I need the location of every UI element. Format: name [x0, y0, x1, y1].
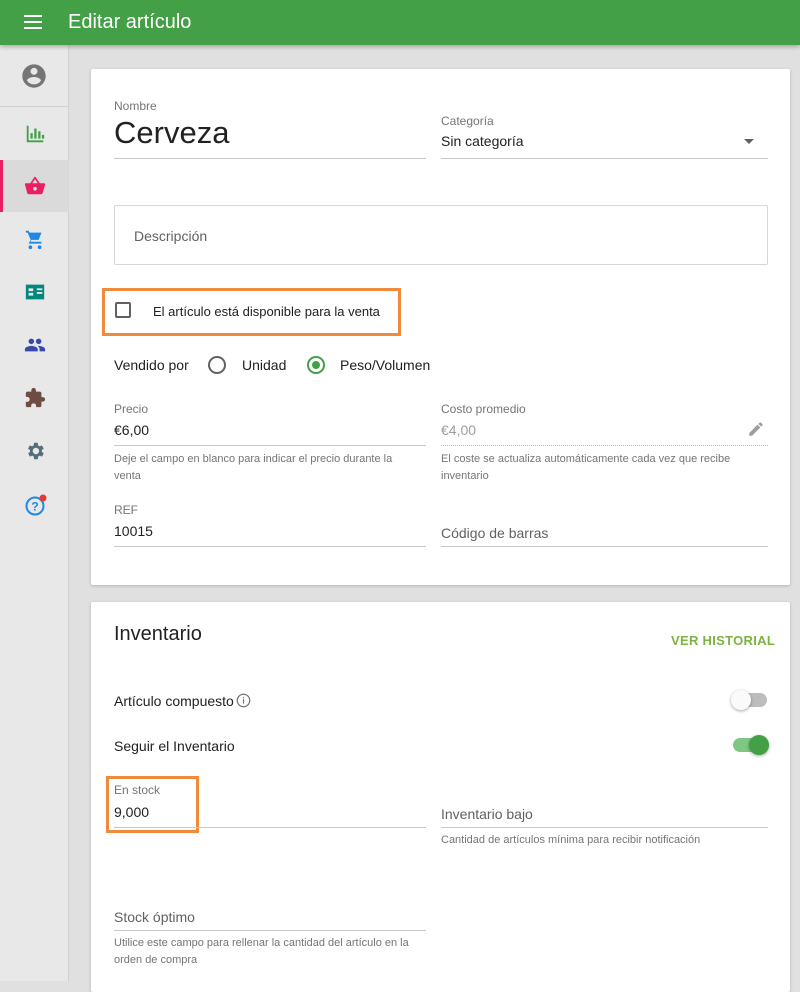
svg-text:?: ? — [31, 500, 38, 514]
composite-toggle[interactable] — [731, 690, 767, 710]
cost-helper: El coste se actualiza automáticamente ca… — [441, 453, 731, 482]
price-input[interactable]: €6,00 — [114, 422, 149, 438]
in-stock-underline — [114, 827, 426, 828]
app-bar: Editar artículo — [0, 0, 800, 45]
view-history-button[interactable]: VER HISTORIAL — [671, 633, 775, 648]
barcode-underline — [441, 546, 768, 547]
sidebar-item-reports[interactable] — [0, 108, 69, 160]
sidebar-item-settings[interactable] — [0, 425, 69, 477]
low-stock-input[interactable]: Inventario bajo — [441, 806, 533, 822]
description-field[interactable]: Descripción — [114, 205, 768, 265]
sold-by-label: Vendido por — [114, 357, 189, 373]
track-inventory-toggle[interactable] — [733, 735, 769, 755]
cost-value: €4,00 — [441, 422, 477, 438]
sidebar: ? — [0, 45, 69, 981]
low-stock-helper: Cantidad de artículos mínima para recibi… — [441, 834, 701, 846]
sidebar-item-integrations[interactable] — [0, 372, 69, 424]
name-underline — [114, 158, 426, 159]
track-inventory-label: Seguir el Inventario — [114, 738, 235, 754]
cost-label: Costo promedio — [441, 402, 526, 416]
sidebar-item-items[interactable] — [0, 160, 69, 212]
page-title: Editar artículo — [68, 11, 192, 33]
basket-icon — [24, 176, 46, 195]
sidebar-item-employees[interactable] — [0, 266, 69, 318]
sidebar-account[interactable] — [0, 45, 69, 107]
people-icon — [24, 338, 46, 352]
available-checkbox[interactable] — [115, 302, 131, 318]
account-circle-icon — [22, 64, 46, 88]
optimal-stock-helper: Utilice este campo para rellenar la cant… — [114, 937, 409, 966]
description-placeholder: Descripción — [134, 228, 208, 244]
item-details-card: Nombre Cerveza Categoría Sin categoría D… — [91, 69, 790, 585]
optimal-stock-underline — [114, 930, 426, 931]
ref-input[interactable]: 10015 — [114, 523, 153, 539]
price-label: Precio — [114, 402, 149, 416]
optimal-stock-input[interactable]: Stock óptimo — [114, 909, 195, 925]
info-icon[interactable] — [236, 693, 251, 708]
inventory-title: Inventario — [114, 623, 202, 645]
radio-weight-label: Peso/Volumen — [340, 357, 431, 373]
name-label: Nombre — [114, 99, 157, 113]
cost-underline — [441, 445, 768, 446]
ref-underline — [114, 546, 426, 547]
category-label: Categoría — [441, 114, 494, 128]
radio-unit-label: Unidad — [242, 357, 287, 373]
menu-icon[interactable] — [24, 15, 42, 29]
sidebar-item-help[interactable]: ? — [0, 478, 69, 530]
chevron-down-icon[interactable] — [744, 139, 754, 144]
price-underline — [114, 445, 426, 446]
gear-icon — [28, 442, 44, 460]
bar-chart-icon — [26, 125, 45, 143]
price-helper: Deje el campo en blanco para indicar el … — [114, 453, 393, 482]
pencil-icon[interactable] — [747, 420, 765, 438]
in-stock-input[interactable]: 9,000 — [114, 804, 149, 820]
in-stock-label: En stock — [114, 783, 161, 797]
radio-weight[interactable] — [307, 356, 325, 374]
composite-label: Artículo compuesto — [114, 693, 234, 709]
puzzle-icon — [25, 387, 46, 408]
category-select[interactable]: Sin categoría — [441, 133, 524, 149]
category-underline — [441, 158, 768, 159]
barcode-input[interactable]: Código de barras — [441, 525, 548, 541]
radio-unit[interactable] — [208, 356, 226, 374]
sidebar-item-customers[interactable] — [0, 319, 69, 371]
help-icon: ? — [25, 494, 47, 516]
id-card-icon — [25, 284, 45, 300]
available-label: El artículo está disponible para la vent… — [153, 304, 380, 319]
name-input[interactable]: Cerveza — [114, 115, 229, 151]
ref-label: REF — [114, 503, 138, 517]
sidebar-item-inventory[interactable] — [0, 213, 69, 265]
inventory-card: Inventario VER HISTORIAL Artículo compue… — [91, 602, 790, 992]
low-stock-underline — [441, 827, 768, 828]
cart-icon — [25, 230, 42, 250]
